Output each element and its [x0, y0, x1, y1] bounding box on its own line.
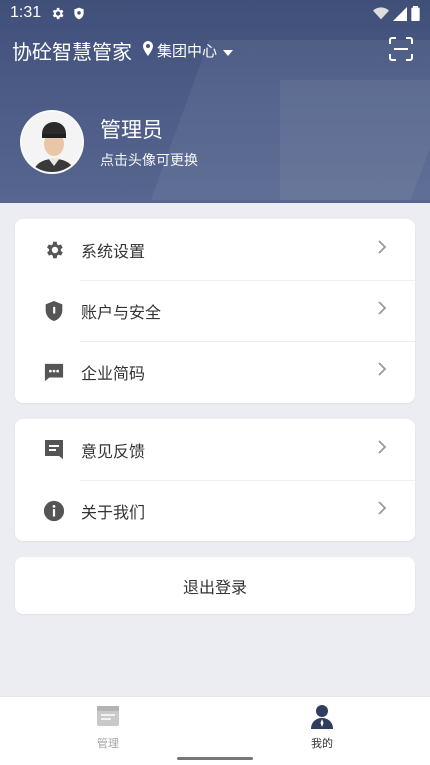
location-label: 集团中心	[157, 42, 218, 60]
location-selector[interactable]: 集团中心	[142, 40, 234, 61]
home-indicator[interactable]	[177, 757, 253, 760]
logout-label: 退出登录	[182, 577, 247, 597]
cell-signal-icon	[393, 6, 407, 25]
profile-section: 管理员 点击头像可更换	[20, 110, 198, 174]
battery-icon	[411, 6, 420, 25]
menu-item-label: 企业简码	[81, 363, 146, 383]
menu-item-label: 系统设置	[81, 241, 146, 261]
tab-label: 管理	[97, 737, 119, 750]
menu-item-label: 意见反馈	[81, 441, 146, 461]
info-icon	[43, 500, 65, 522]
chevron-right-icon	[377, 300, 387, 320]
chevron-right-icon	[377, 439, 387, 459]
feedback-icon	[43, 439, 65, 461]
shield-icon	[43, 300, 65, 322]
status-time: 1:31	[10, 4, 42, 21]
settings-gear-icon	[50, 6, 65, 25]
top-bar: 协砼智慧管家 集团中心	[0, 30, 430, 70]
menu-item-label: 关于我们	[81, 502, 146, 522]
background-building-shape-2	[280, 80, 430, 200]
menu-item-system-settings[interactable]: 系统设置	[15, 219, 415, 280]
chevron-right-icon	[377, 361, 387, 381]
profile-subtitle[interactable]: 点击头像可更换	[100, 150, 198, 170]
tab-label: 我的	[311, 737, 333, 750]
menu-item-feedback[interactable]: 意见反馈	[15, 419, 415, 480]
shield-status-icon	[72, 6, 86, 25]
menu-item-account-security[interactable]: 账户与安全	[15, 280, 415, 341]
menu-card-settings: 系统设置 账户与安全 企业简码	[15, 219, 415, 403]
manage-dashboard-icon	[95, 703, 121, 729]
menu-item-label: 账户与安全	[81, 302, 162, 322]
status-bar: 1:31	[0, 0, 430, 28]
avatar[interactable]	[20, 110, 84, 174]
caret-down-icon	[223, 42, 234, 60]
profile-header: 1:31 协砼智慧管家 集团中心 管理员 点击头像可更换	[0, 0, 430, 203]
profile-text: 管理员 点击头像可更换	[100, 114, 198, 170]
chevron-right-icon	[377, 500, 387, 520]
chevron-right-icon	[377, 239, 387, 259]
status-right-group	[373, 6, 420, 25]
tab-mine[interactable]: 我的	[262, 697, 382, 757]
profile-name: 管理员	[100, 118, 163, 142]
user-profile-icon	[309, 703, 335, 729]
menu-item-company-code[interactable]: 企业简码	[15, 341, 415, 402]
app-title: 协砼智慧管家	[12, 40, 132, 64]
menu-card-info: 意见反馈 关于我们	[15, 419, 415, 541]
message-dots-icon	[43, 361, 65, 383]
location-pin-icon	[142, 41, 154, 60]
bottom-tab-bar: 管理 我的	[0, 696, 430, 765]
logout-button[interactable]: 退出登录	[15, 557, 415, 614]
wifi-icon	[373, 6, 389, 25]
scan-icon[interactable]	[388, 36, 414, 62]
gear-icon	[43, 239, 65, 261]
tab-manage[interactable]: 管理	[48, 697, 168, 757]
menu-item-about-us[interactable]: 关于我们	[15, 480, 415, 541]
